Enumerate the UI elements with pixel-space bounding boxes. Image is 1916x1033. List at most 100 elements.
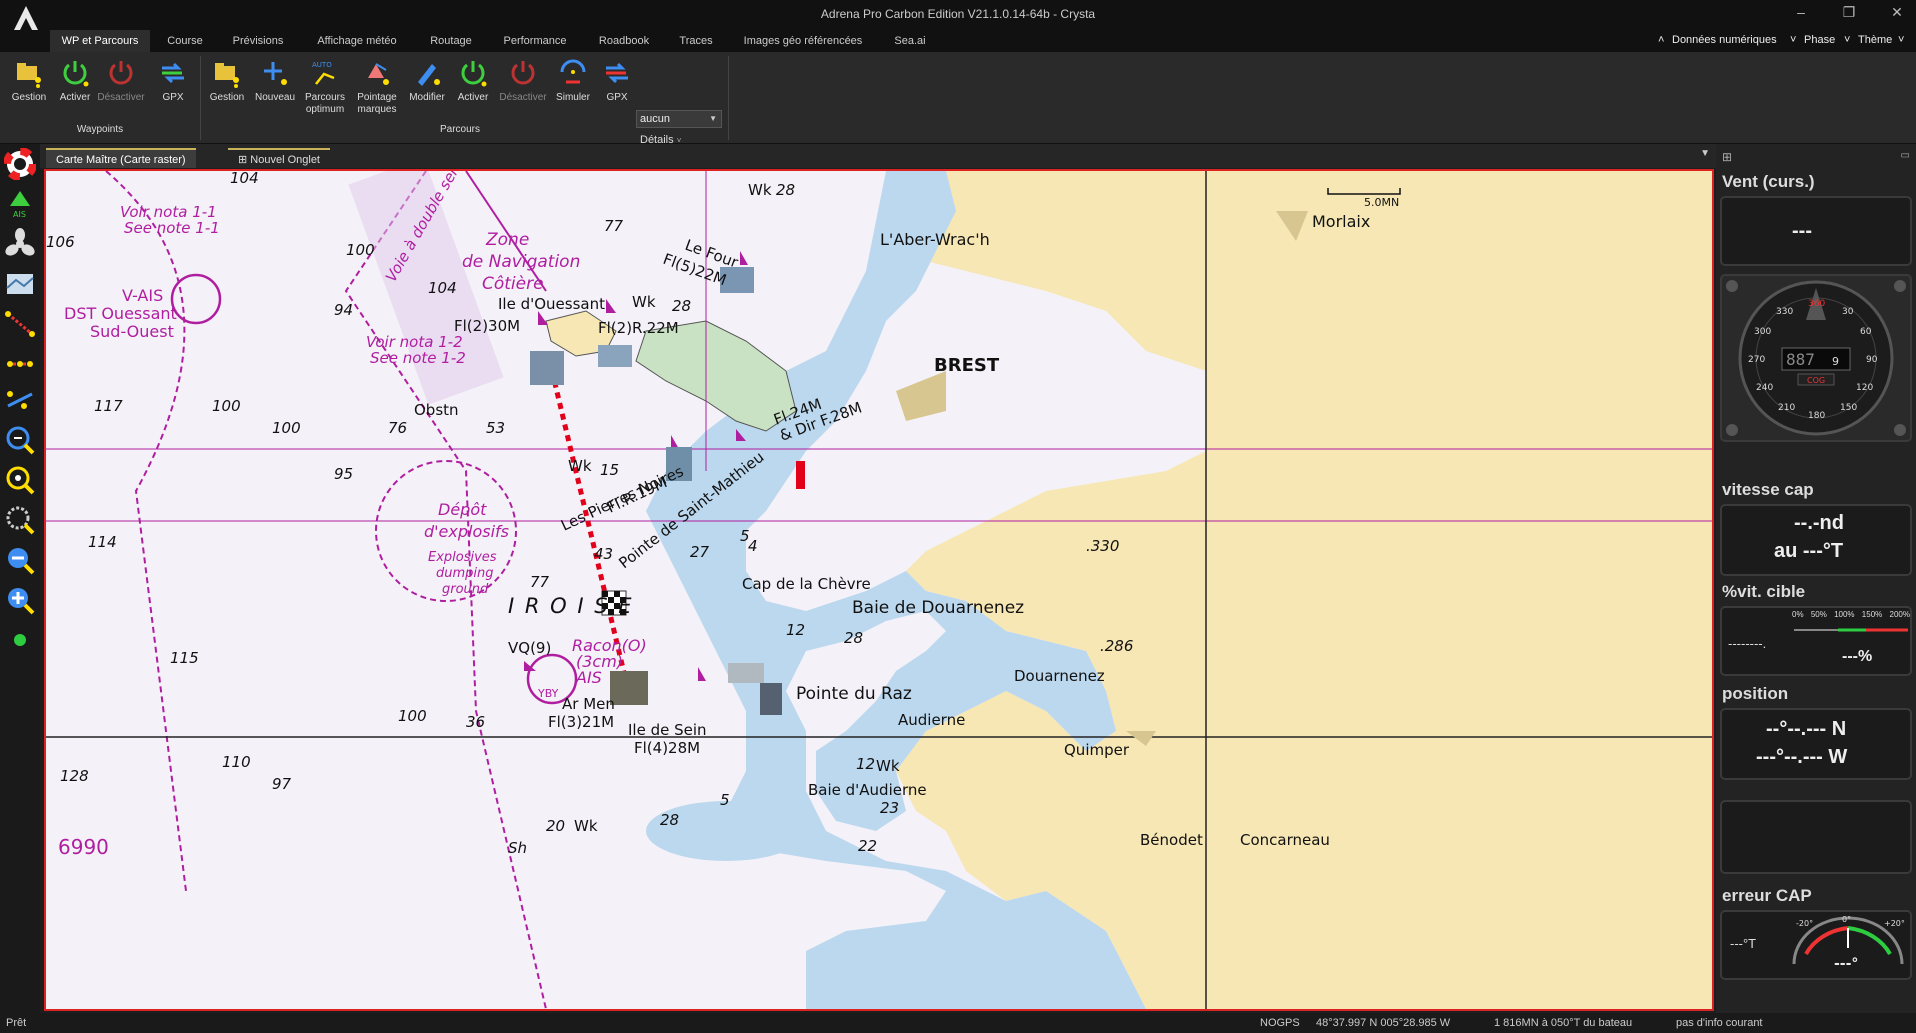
fan-icon[interactable] [4, 228, 36, 260]
track-icon[interactable] [4, 384, 36, 416]
tab-wp-parcours[interactable]: WP et Parcours [50, 30, 150, 52]
heading-sub: 9 [1832, 355, 1839, 368]
route-gestion-button[interactable]: Gestion [202, 58, 252, 104]
waypoint-activer-button[interactable]: Activer [50, 58, 100, 104]
depth-label: 100 [212, 397, 241, 415]
target-value: ---% [1842, 648, 1873, 665]
tab-carte-maitre[interactable]: Carte Maître (Carte raster) [46, 148, 196, 168]
tab-roadbook[interactable]: Roadbook [584, 30, 664, 52]
route-select-value: aucun [640, 113, 670, 125]
lighthouse-photo-icon[interactable] [530, 351, 564, 385]
route-gestion-label: Gestion [209, 92, 245, 103]
map-label: Sh [508, 839, 527, 857]
route-gpx-button[interactable]: GPX [592, 58, 642, 104]
cap-error-gauge: -20° 0° +20° ---° [1792, 915, 1905, 972]
depth-label: 77 [530, 573, 550, 591]
cap-scale-label: -20° [1796, 919, 1813, 928]
speed-box: --.-nd au ---°T [1720, 504, 1912, 576]
cap-scale-label: +20° [1884, 919, 1905, 928]
zoom-fit-icon[interactable] [4, 464, 36, 496]
new-route-icon [264, 62, 287, 85]
route-optimum-button[interactable]: AUTO Parcours optimum [300, 58, 350, 116]
lighthouse-photo-icon[interactable] [610, 671, 648, 705]
depth-label: 77 [604, 217, 624, 235]
depth-label: 94 [334, 301, 353, 319]
tab-list-dropdown[interactable]: ▼ [1700, 148, 1710, 159]
route-pointage-button[interactable]: Pointage marques [352, 58, 402, 116]
route-select[interactable]: aucun ▼ [636, 110, 722, 128]
cog-label: COG [1807, 376, 1825, 385]
zoom-out-icon[interactable] [4, 544, 36, 576]
map-label: de Navigation [462, 252, 580, 272]
map-label: DST Ouessant [64, 304, 177, 323]
map-label: See note 1-1 [124, 219, 220, 237]
waypoint-pin-icon[interactable] [740, 251, 748, 265]
tab-sea-ai[interactable]: Sea.ai [884, 30, 936, 52]
map-label: Concarneau [1240, 831, 1330, 849]
route-desactiver-button[interactable]: Désactiver [498, 58, 548, 104]
tab-traces[interactable]: Traces [670, 30, 722, 52]
ais-icon[interactable]: AIS [4, 188, 36, 220]
maximize-button[interactable]: ❐ [1834, 4, 1864, 21]
waypoint-pin-icon[interactable] [606, 299, 616, 313]
waypoint-gpx-button[interactable]: GPX [148, 58, 198, 104]
map-label: Ile de Sein [628, 721, 707, 739]
tab-routage[interactable]: Routage [418, 30, 484, 52]
waypoint-route-icon[interactable] [4, 348, 36, 380]
panel-pin-icon[interactable]: ⊞ [1722, 150, 1732, 164]
tab-performance[interactable]: Performance [492, 30, 578, 52]
lighthouse-photo-icon[interactable] [760, 683, 782, 715]
tab-previsions[interactable]: Prévisions [222, 30, 294, 52]
menu-phase[interactable]: Phase [1804, 34, 1835, 46]
status-current-info: pas d'info courant [1676, 1017, 1763, 1029]
tab-images-geo[interactable]: Images géo référencées [730, 30, 876, 52]
edit-route-icon [418, 64, 440, 86]
route-activer-button[interactable]: Activer [448, 58, 498, 104]
minimize-button[interactable]: – [1786, 4, 1816, 20]
nautical-chart[interactable]: 5.0MN Voir nota 1-1 See note 1-1 Voir no… [44, 169, 1714, 1011]
zoom-area-icon[interactable] [4, 424, 36, 456]
waypoint-gestion-button[interactable]: Gestion [4, 58, 54, 104]
waypoint-pin-icon[interactable] [671, 435, 679, 449]
tab-nouvel-onglet-label: Nouvel Onglet [250, 154, 320, 166]
boat-marker[interactable] [796, 461, 805, 489]
left-toolbar: AIS [0, 144, 40, 1013]
route-nouveau-button[interactable]: Nouveau [250, 58, 300, 104]
waypoint-pin-icon[interactable] [698, 667, 706, 681]
v-ais-circle [170, 273, 222, 325]
lighthouse-photo-icon[interactable] [728, 663, 764, 683]
tab-affichage-meteo[interactable]: Affichage météo [302, 30, 412, 52]
menu-theme[interactable]: Thème [1858, 34, 1892, 46]
zoom-window-icon[interactable] [4, 504, 36, 536]
chart-layer-icon[interactable] [4, 268, 36, 300]
brest-urban-area [896, 371, 946, 421]
close-button[interactable]: ✕ [1882, 4, 1912, 21]
map-label: Bénodet [1140, 831, 1203, 849]
waypoint-desactiver-button[interactable]: Désactiver [96, 58, 146, 104]
panel-menu-icon[interactable]: ▭ [1901, 150, 1910, 161]
land-area [1206, 171, 1712, 1009]
lifebuoy-icon[interactable] [4, 148, 36, 180]
depth-label: 100 [346, 241, 375, 259]
power-on-icon [63, 61, 89, 87]
menu-donnees-numeriques[interactable]: Données numériques [1672, 34, 1777, 46]
map-label: Pointe du Raz [796, 684, 912, 704]
route-segment-icon[interactable] [4, 308, 36, 340]
wind-title: Vent (curs.) [1722, 172, 1815, 191]
lighthouse-photo-icon[interactable] [598, 345, 632, 367]
gpx-transfer-icon [606, 62, 628, 84]
course-value: au ---°T [1774, 540, 1844, 562]
dst-boundary [105, 171, 187, 892]
chevron-up-icon: ˄ [1658, 34, 1665, 46]
wind-value: --- [1792, 220, 1812, 242]
map-label: Baie de Douarnenez [852, 598, 1024, 618]
route-modifier-button[interactable]: Modifier [402, 58, 452, 104]
status-ready: Prêt [6, 1017, 27, 1029]
svg-text:AIS: AIS [13, 210, 26, 219]
tab-nouvel-onglet[interactable]: ⊞ Nouvel Onglet [228, 148, 330, 168]
route-simuler-button[interactable]: Simuler [548, 58, 598, 104]
map-label: Ar Men [562, 695, 615, 713]
tab-course[interactable]: Course [155, 30, 215, 52]
map-label: Wk [574, 817, 598, 835]
zoom-in-icon[interactable] [4, 584, 36, 616]
